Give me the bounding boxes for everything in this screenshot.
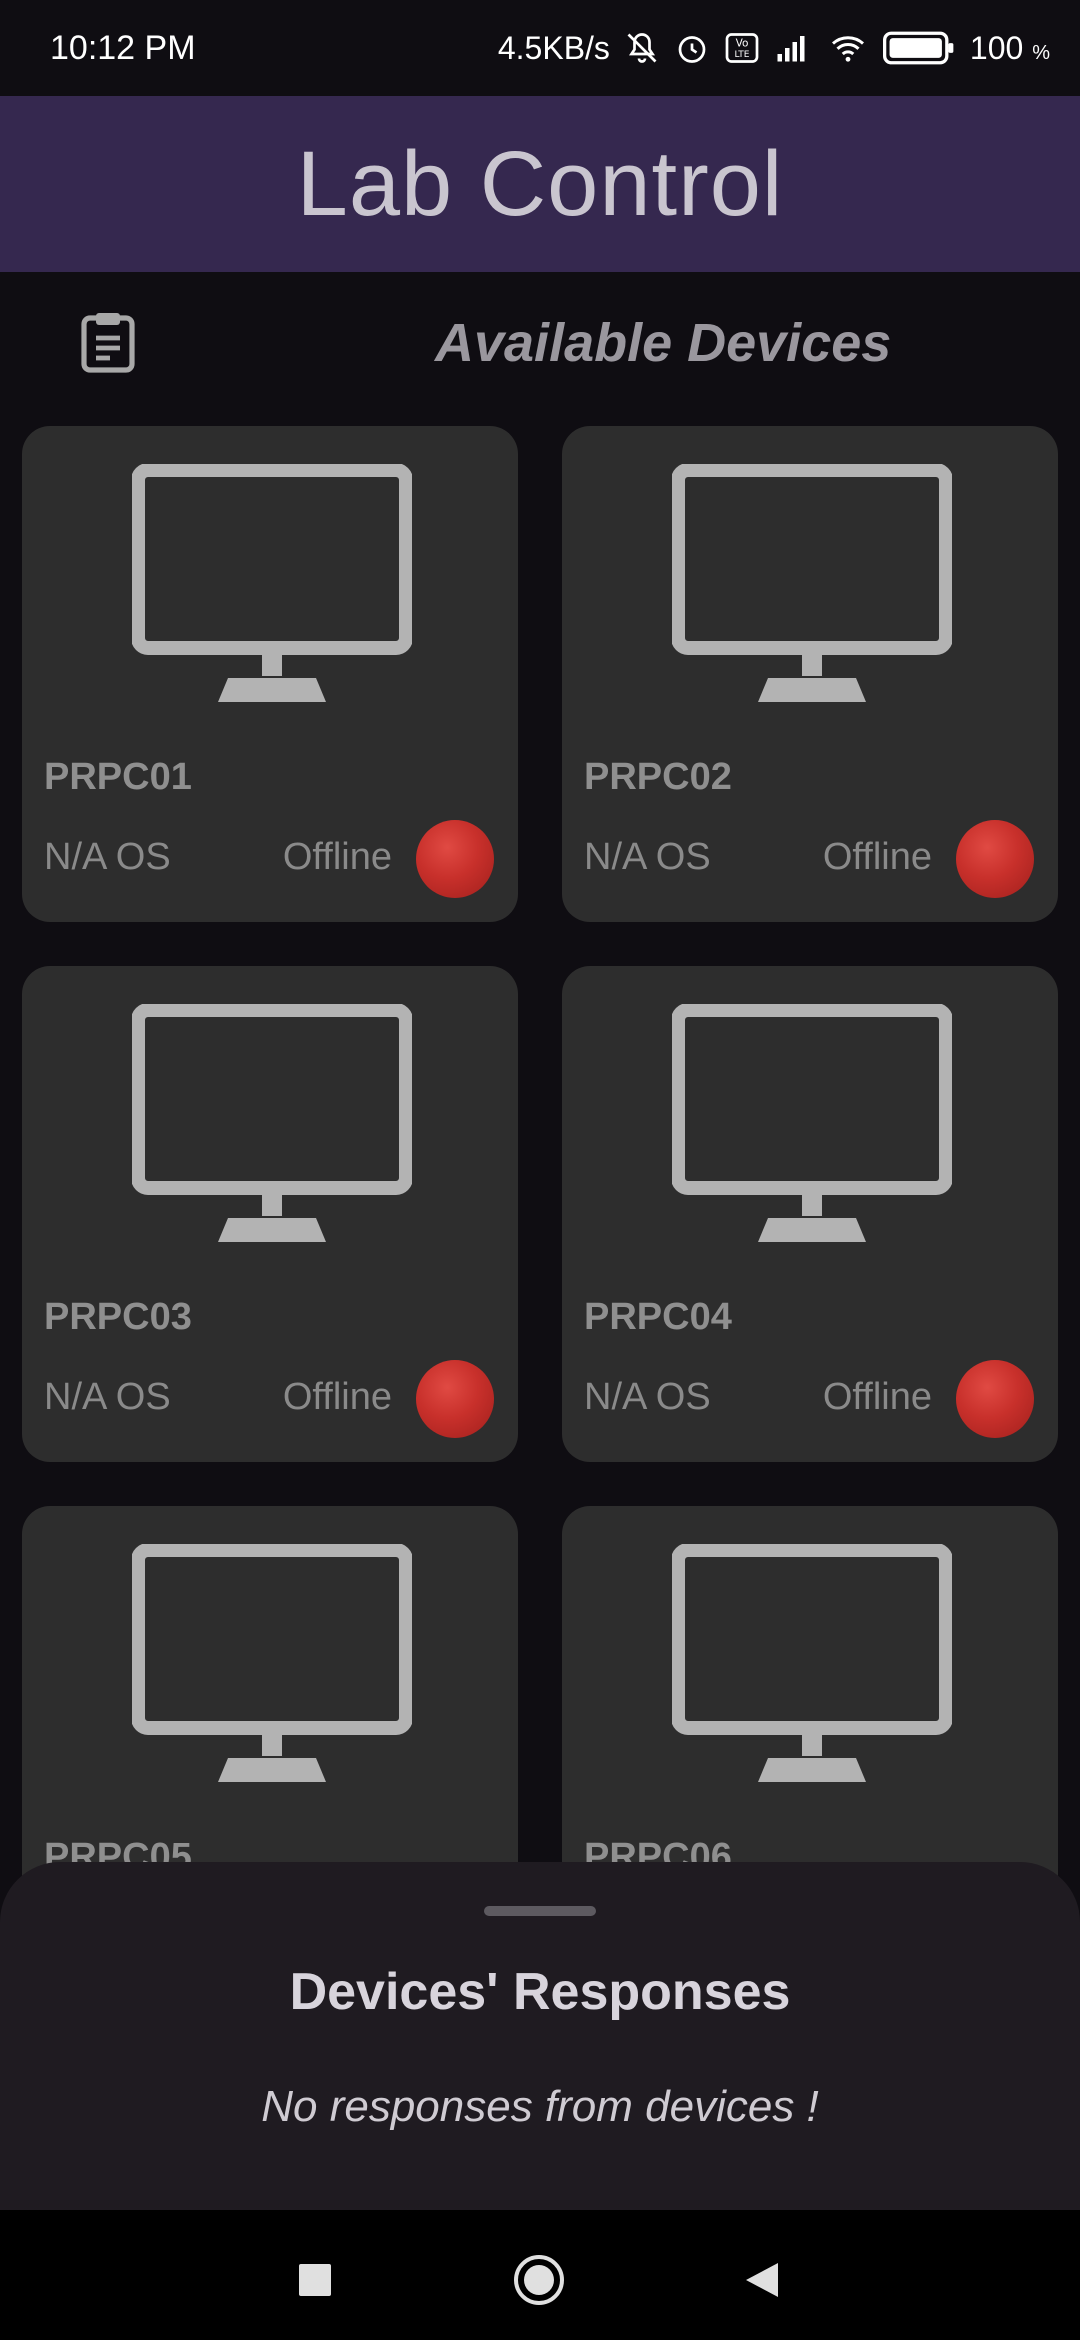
back-button[interactable] [732,2250,792,2310]
device-name: PRPC02 [584,756,732,798]
device-status: Offline [822,1376,932,1418]
home-button[interactable] [509,2250,569,2310]
navigation-bar [0,2210,1080,2340]
monitor-icon [672,464,952,702]
monitor-icon [672,1004,952,1242]
device-card[interactable]: PRPC02 N/A OS Offline [562,426,1058,922]
device-status: Offline [282,836,392,878]
device-os: N/A OS [584,836,711,878]
monitor-icon [132,1544,412,1782]
offline-status-indicator [416,820,494,898]
monitor-icon [132,464,412,702]
sheet-title: Devices' Responses [289,1963,791,2021]
device-status: Offline [822,836,932,878]
device-name: PRPC04 [584,1296,732,1338]
device-card[interactable]: PRPC04 N/A OS Offline [562,966,1058,1462]
device-name: PRPC01 [44,756,192,798]
device-status: Offline [282,1376,392,1418]
device-card[interactable]: PRPC01 N/A OS Offline [22,426,518,922]
recents-button[interactable] [285,2250,345,2310]
offline-status-indicator [956,820,1034,898]
monitor-icon [132,1004,412,1242]
square-icon [299,2264,331,2296]
empty-responses-text: No responses from devices ! [261,2082,819,2131]
drag-handle[interactable] [484,1906,596,1916]
responses-bottom-sheet[interactable]: Devices' Responses No responses from dev… [0,1862,1080,2210]
back-triangle-icon [746,2263,778,2297]
offline-status-indicator [956,1360,1034,1438]
device-card[interactable]: PRPC03 N/A OS Offline [22,966,518,1462]
offline-status-indicator [416,1360,494,1438]
device-name: PRPC03 [44,1296,192,1338]
monitor-icon [672,1544,952,1782]
device-os: N/A OS [584,1376,711,1418]
device-os: N/A OS [44,836,171,878]
screen: 10:12 PM 4.5KB/s Vo LTE 100 % Lab Contro… [0,0,1080,2340]
device-os: N/A OS [44,1376,171,1418]
home-circle-icon [514,2255,564,2305]
